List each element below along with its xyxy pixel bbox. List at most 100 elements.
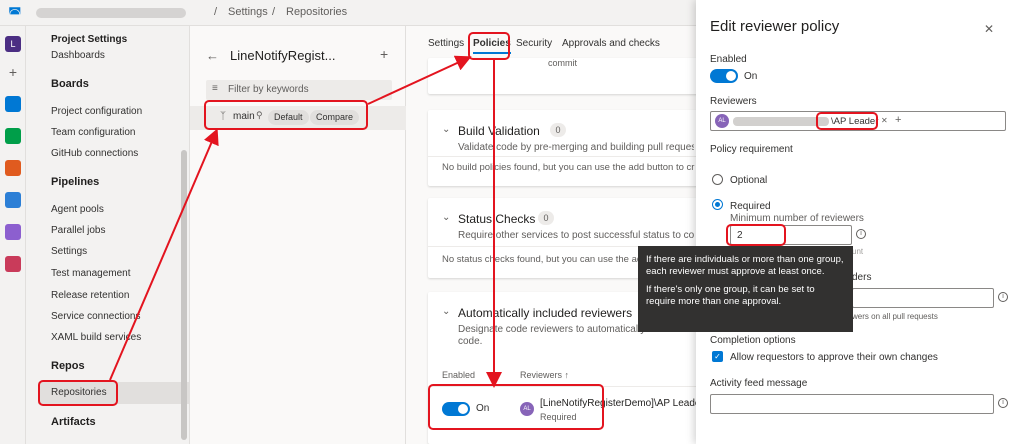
min-reviewers-value: 2 xyxy=(737,230,743,241)
branch-row[interactable]: ᛉ main ⚲ Default Compare xyxy=(190,106,406,130)
boards-icon[interactable] xyxy=(5,128,21,144)
edit-reviewer-policy-panel: Edit reviewer policy ✕ Enabled On Review… xyxy=(696,0,1024,444)
nav-item-dashboards[interactable]: Dashboards xyxy=(51,50,105,61)
chevron-down-icon[interactable]: ⌄ xyxy=(442,124,450,135)
azure-devops-logo-icon[interactable]: ◚ xyxy=(8,5,24,21)
pr-hint: wers on all pull requests xyxy=(852,312,938,321)
blurred-reviewer-name xyxy=(733,117,829,126)
nav-header-pipelines: Pipelines xyxy=(51,176,100,188)
filter-placeholder: Filter by keywords xyxy=(228,84,309,95)
auto-reviewers-title: Automatically included reviewers xyxy=(458,306,633,320)
status-checks-title: Status Checks xyxy=(458,212,536,226)
build-validation-count: 0 xyxy=(550,123,566,137)
min-reviewers-hint: unt xyxy=(852,247,864,256)
policies-main: Settings Policies Security Approvals and… xyxy=(406,26,700,444)
required-label: Required xyxy=(730,201,771,212)
repos-icon[interactable] xyxy=(5,160,21,176)
optional-label: Optional xyxy=(730,175,768,186)
info-icon[interactable]: i xyxy=(998,292,1008,302)
artifacts-icon[interactable] xyxy=(5,256,21,272)
reviewers-picker[interactable]: AL \AP Leader ✕ + xyxy=(710,111,1006,131)
project-avatar-icon[interactable]: L xyxy=(5,36,21,52)
add-branch-icon[interactable]: + xyxy=(380,46,388,62)
message-input[interactable] xyxy=(852,288,994,308)
previous-card-text: commit xyxy=(548,58,577,68)
close-icon[interactable]: ✕ xyxy=(984,22,994,36)
breadcrumb-separator: / xyxy=(272,6,276,18)
tooltip-text-1: If there are individuals or more than on… xyxy=(646,254,844,277)
tab-policies[interactable]: Policies xyxy=(473,38,511,54)
col-reviewers[interactable]: Reviewers ↑ xyxy=(520,370,569,380)
branch-name: main xyxy=(233,111,255,122)
test-plans-icon[interactable] xyxy=(5,224,21,240)
build-validation-empty: No build policies found, but you can use… xyxy=(442,162,695,173)
add-reviewer-icon[interactable]: + xyxy=(895,114,901,126)
nav-item-release-retention[interactable]: Release retention xyxy=(51,290,129,301)
min-reviewers-input[interactable]: 2 xyxy=(730,225,852,245)
blurred-org-project xyxy=(36,8,186,18)
allow-requestors-checkbox[interactable]: ✓ xyxy=(712,351,723,362)
nav-header-artifacts: Artifacts xyxy=(51,416,96,428)
remove-tag-icon[interactable]: ✕ xyxy=(881,116,888,125)
lock-icon: ⚲ xyxy=(256,110,263,120)
tooltip: If there are individuals or more than on… xyxy=(638,246,853,332)
nav-title: Project Settings xyxy=(51,34,128,45)
nav-item-test-management[interactable]: Test management xyxy=(51,268,131,279)
activity-feed-input[interactable] xyxy=(710,394,994,414)
enabled-label: Enabled xyxy=(710,54,747,65)
add-icon[interactable]: + xyxy=(5,64,21,80)
status-checks-desc: Require other services to post successfu… xyxy=(458,230,694,241)
nav-header-boards: Boards xyxy=(51,78,89,90)
policy-enabled-state: On xyxy=(744,71,758,82)
nav-item-parallel-jobs[interactable]: Parallel jobs xyxy=(51,225,105,236)
tab-settings[interactable]: Settings xyxy=(428,38,464,49)
chevron-down-icon[interactable]: ⌄ xyxy=(442,306,450,317)
col-enabled: Enabled xyxy=(442,370,476,380)
allow-header-tail: ders xyxy=(852,272,872,283)
divider xyxy=(428,156,700,157)
card-previous: commit xyxy=(428,58,700,94)
chevron-down-icon[interactable]: ⌄ xyxy=(442,212,450,223)
nav-scrollbar[interactable] xyxy=(181,150,187,440)
nav-item-settings[interactable]: Settings xyxy=(51,246,87,257)
info-icon[interactable]: i xyxy=(856,229,866,239)
build-validation-title: Build Validation xyxy=(458,124,540,138)
nav-item-agent-pools[interactable]: Agent pools xyxy=(51,204,104,215)
overview-icon[interactable] xyxy=(5,96,21,112)
nav-item-project-configuration[interactable]: Project configuration xyxy=(51,106,142,117)
tab-approvals-checks[interactable]: Approvals and checks xyxy=(562,38,660,49)
panel-title: Edit reviewer policy xyxy=(710,18,840,35)
auto-reviewers-desc2: code. xyxy=(458,336,483,347)
min-reviewers-label: Minimum number of reviewers xyxy=(730,213,864,224)
default-badge: Default xyxy=(268,110,309,125)
required-radio[interactable] xyxy=(712,199,723,210)
reviewer-name[interactable]: [LineNotifyRegisterDemo]\AP Leade xyxy=(540,398,700,409)
filter-box[interactable]: ≡ Filter by keywords xyxy=(206,80,392,100)
nav-item-service-connections[interactable]: Service connections xyxy=(51,311,141,322)
info-icon[interactable]: i xyxy=(998,398,1008,408)
completion-options-label: Completion options xyxy=(710,335,796,346)
tooltip-text-2: If there's only one group, it can be set… xyxy=(646,284,815,307)
status-checks-count: 0 xyxy=(538,211,554,225)
enabled-toggle[interactable] xyxy=(442,402,470,416)
tab-security[interactable]: Security xyxy=(516,38,552,49)
reviewer-requirement: Required xyxy=(540,412,577,422)
reviewer-avatar: AL xyxy=(520,402,534,416)
nav-header-repos: Repos xyxy=(51,360,85,372)
pipelines-icon[interactable] xyxy=(5,192,21,208)
optional-radio[interactable] xyxy=(712,174,723,185)
activity-feed-label: Activity feed message xyxy=(710,378,808,389)
breadcrumb-repositories[interactable]: Repositories xyxy=(286,6,347,18)
card-build-validation: ⌄ Build Validation 0 Validate code by pr… xyxy=(428,110,700,186)
nav-item-repositories[interactable]: Repositories xyxy=(51,387,107,398)
nav-item-github-connections[interactable]: GitHub connections xyxy=(51,148,138,159)
compare-badge: Compare xyxy=(310,110,360,125)
settings-nav: Project Settings Dashboards Boards Proje… xyxy=(26,26,190,444)
nav-item-team-configuration[interactable]: Team configuration xyxy=(51,127,136,138)
nav-item-xaml-build-services[interactable]: XAML build services xyxy=(51,332,141,343)
policy-enabled-toggle[interactable] xyxy=(710,69,738,83)
back-arrow-icon[interactable]: ← xyxy=(206,48,219,63)
breadcrumb-separator: / xyxy=(214,6,218,18)
breadcrumb-settings[interactable]: Settings xyxy=(228,6,268,18)
repo-name: LineNotifyRegist... xyxy=(230,48,336,63)
